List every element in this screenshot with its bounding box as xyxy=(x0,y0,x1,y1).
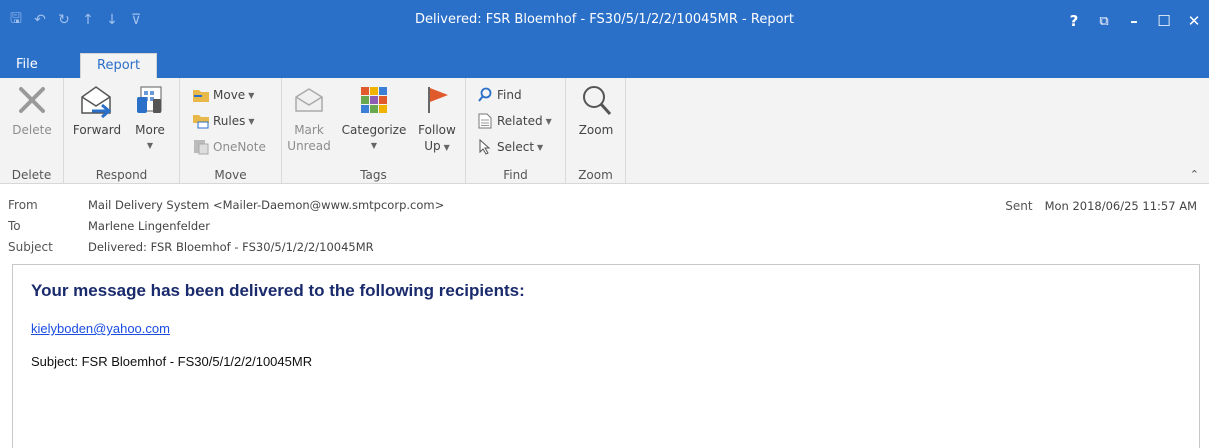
window-title: Delivered: FSR Bloemhof - FS30/5/1/2/2/1… xyxy=(415,12,794,27)
document-icon xyxy=(476,112,494,130)
to-value[interactable]: Marlene Lingenfelder xyxy=(88,219,210,233)
zoom-button[interactable]: Zoom xyxy=(574,80,618,138)
title-bar: 🖫 ↶ ↻ ↑ ↓ ⊽ Delivered: FSR Bloemhof - FS… xyxy=(0,0,1209,50)
folder-move-icon xyxy=(192,86,210,104)
onenote-icon xyxy=(192,138,210,156)
delete-button[interactable]: Delete xyxy=(12,80,52,138)
subject-label: Subject xyxy=(8,240,53,254)
sent-label: Sent xyxy=(1005,199,1033,213)
forward-label: Forward xyxy=(72,123,122,137)
window-controls: ? ⧉ – ☐ ✕ xyxy=(1059,8,1209,34)
message-body: Your message has been delivered to the f… xyxy=(12,264,1200,448)
find-group-label: Find xyxy=(503,168,528,182)
respond-group-label: Respond xyxy=(95,168,148,182)
to-row: To Marlene Lingenfelder xyxy=(8,216,210,236)
ribbon-tabs: File Report xyxy=(0,50,1209,78)
zoom-group-label: Zoom xyxy=(578,168,613,182)
select-button[interactable]: Select ▼ xyxy=(476,136,543,158)
move-group-label: Move xyxy=(214,168,247,182)
rules-label: Rules xyxy=(213,114,246,128)
delivery-headline: Your message has been delivered to the f… xyxy=(31,281,525,300)
forward-icon xyxy=(77,80,117,120)
mark-unread-label-2: Unread xyxy=(287,139,331,153)
chevron-down-icon: ▼ xyxy=(248,90,255,100)
search-icon xyxy=(476,86,494,104)
more-respond-button[interactable]: More ▼ xyxy=(130,80,170,154)
mark-unread-button[interactable]: Mark Unread xyxy=(286,80,332,154)
move-label: Move xyxy=(213,88,246,102)
help-button[interactable]: ? xyxy=(1059,8,1089,34)
mark-unread-icon xyxy=(289,80,329,120)
chevron-down-icon: ▼ xyxy=(146,141,154,150)
find-group: Find Related ▼ Select ▼ Find xyxy=(466,78,566,184)
cursor-icon xyxy=(476,138,494,156)
chevron-down-icon: ▼ xyxy=(545,116,552,126)
delete-group-label: Delete xyxy=(11,168,52,182)
categorize-label: Categorize xyxy=(341,123,407,137)
minimize-button[interactable]: – xyxy=(1119,8,1149,34)
chevron-down-icon: ▼ xyxy=(443,143,450,152)
flag-icon xyxy=(417,80,457,120)
respond-group: Forward More ▼ Respond xyxy=(64,78,180,184)
categorize-button[interactable]: Categorize ▼ xyxy=(340,80,408,154)
forward-button[interactable]: Forward xyxy=(72,80,122,138)
chevron-down-icon: ▼ xyxy=(248,116,255,126)
maximize-button[interactable]: ☐ xyxy=(1149,8,1179,34)
delete-icon xyxy=(12,80,52,120)
delete-group: Delete Delete xyxy=(0,78,64,184)
subject-row: Subject Delivered: FSR Bloemhof - FS30/5… xyxy=(8,237,374,257)
tags-group: Mark Unread Categorize ▼ Follow Up ▼ Tags xyxy=(282,78,466,184)
follow-up-label-1: Follow xyxy=(418,123,456,137)
chevron-down-icon: ▼ xyxy=(537,142,544,152)
subject-value: Delivered: FSR Bloemhof - FS30/5/1/2/2/1… xyxy=(88,240,374,254)
find-label: Find xyxy=(497,88,522,102)
sent-value: Mon 2018/06/25 11:57 AM xyxy=(1044,199,1197,213)
related-button[interactable]: Related ▼ xyxy=(476,110,552,132)
delivered-subject-line: Subject: FSR Bloemhof - FS30/5/1/2/2/100… xyxy=(31,354,313,369)
more-respond-icon xyxy=(130,80,170,120)
sent-row: Sent Mon 2018/06/25 11:57 AM xyxy=(1005,196,1197,216)
categorize-icon xyxy=(354,80,394,120)
follow-up-button[interactable]: Follow Up ▼ xyxy=(414,80,460,156)
follow-up-label-2: Up xyxy=(424,139,441,153)
onenote-button[interactable]: OneNote xyxy=(192,136,266,158)
recipient-link[interactable]: kielyboden@yahoo.com xyxy=(31,321,170,336)
rules-button[interactable]: Rules ▼ xyxy=(192,110,255,132)
move-button[interactable]: Move ▼ xyxy=(192,84,254,106)
chevron-down-icon: ▼ xyxy=(370,141,378,150)
ribbon-display-options-button[interactable]: ⧉ xyxy=(1089,8,1119,34)
magnifier-icon xyxy=(576,80,616,120)
tab-file[interactable]: File xyxy=(0,53,54,78)
zoom-label: Zoom xyxy=(578,123,614,137)
related-label: Related xyxy=(497,114,543,128)
to-label: To xyxy=(8,219,21,233)
onenote-label: OneNote xyxy=(213,140,266,154)
from-row: From Mail Delivery System <Mailer-Daemon… xyxy=(8,195,444,215)
select-label: Select xyxy=(497,140,535,154)
close-button[interactable]: ✕ xyxy=(1179,8,1209,34)
from-value[interactable]: Mail Delivery System <Mailer-Daemon@www.… xyxy=(88,198,444,212)
rules-icon xyxy=(192,112,210,130)
find-button[interactable]: Find xyxy=(476,84,522,106)
tags-group-label: Tags xyxy=(360,168,387,182)
from-label: From xyxy=(8,198,38,212)
delete-label: Delete xyxy=(12,123,52,137)
collapse-ribbon-icon[interactable]: ⌃ xyxy=(1190,168,1199,181)
zoom-group: Zoom Zoom xyxy=(566,78,626,184)
mark-unread-label-1: Mark xyxy=(294,123,324,137)
message-header: From Mail Delivery System <Mailer-Daemon… xyxy=(0,185,1209,263)
move-group: Move ▼ Rules ▼ OneNote Move xyxy=(180,78,282,184)
tab-report[interactable]: Report xyxy=(80,53,158,78)
ribbon: Delete Delete Forward More ▼ Respond Mov… xyxy=(0,78,1209,184)
more-respond-label: More xyxy=(135,123,165,137)
